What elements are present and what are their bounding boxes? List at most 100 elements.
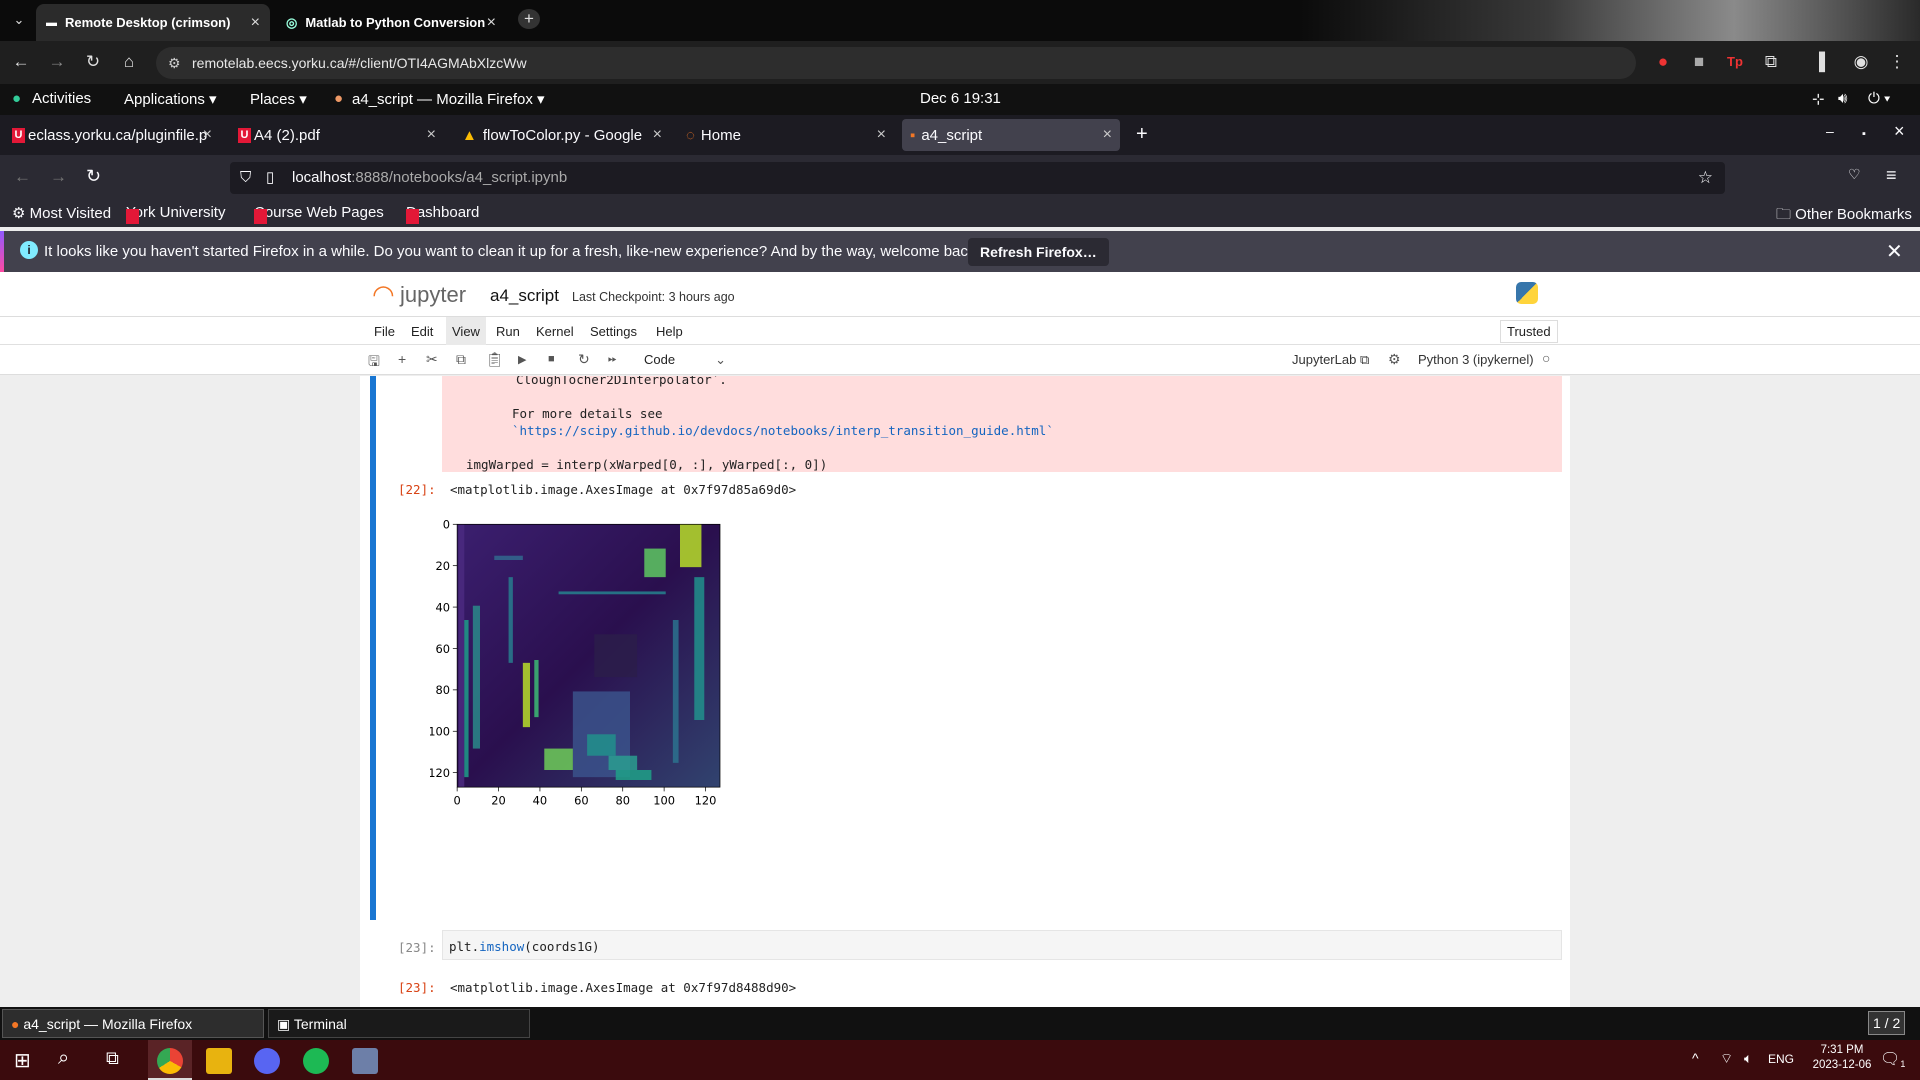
close-tab-icon[interactable]: × bbox=[487, 14, 496, 32]
save-icon[interactable]: 🖫︎ bbox=[368, 351, 380, 375]
close-tab-icon[interactable]: × bbox=[1103, 126, 1112, 144]
ff-tab-flowtocolor[interactable]: ▲ flowToColor.py - Google × bbox=[454, 119, 670, 151]
menu-help[interactable]: Help bbox=[656, 324, 683, 339]
stop-icon[interactable]: ■ bbox=[548, 353, 555, 365]
jupyter-logo-text[interactable]: jupyter bbox=[400, 282, 466, 308]
workspace-indicator[interactable]: 1 / 2 bbox=[1868, 1011, 1906, 1035]
firefox-url-bar[interactable]: ⛉ ▯ localhost:8888/notebooks/a4_script.i… bbox=[230, 162, 1725, 194]
menu-file[interactable]: File bbox=[374, 324, 395, 339]
new-tab-icon[interactable]: + bbox=[1136, 123, 1148, 146]
windows-start-icon[interactable]: ⊞ bbox=[14, 1048, 31, 1073]
close-tab-icon[interactable]: × bbox=[427, 126, 436, 144]
active-window-menu[interactable]: a4_script — Mozilla Firefox ▾ bbox=[352, 90, 545, 108]
maximize-icon[interactable]: ▪ bbox=[1862, 123, 1866, 145]
network-icon[interactable]: ⊹ bbox=[1812, 90, 1825, 108]
ff-tab-eclass[interactable]: U eclass.yorku.ca/pluginfile.p × bbox=[4, 119, 220, 151]
activities-button[interactable]: Activities bbox=[32, 90, 91, 107]
calculator-icon[interactable] bbox=[352, 1048, 378, 1074]
back-icon[interactable]: ← bbox=[10, 52, 32, 72]
spotify-icon[interactable] bbox=[303, 1048, 329, 1074]
taskbar-terminal-window[interactable]: ▣ Terminal bbox=[268, 1009, 530, 1038]
language-indicator[interactable]: ENG bbox=[1768, 1052, 1794, 1066]
extensions-puzzle-icon[interactable]: ⧉ bbox=[1760, 52, 1782, 72]
menu-settings[interactable]: Settings bbox=[590, 324, 637, 339]
close-tab-icon[interactable]: × bbox=[653, 126, 662, 144]
other-bookmarks[interactable]: 🗀︎ Other Bookmarks bbox=[1776, 204, 1912, 229]
jupyter-logo-icon[interactable]: ◠ bbox=[372, 281, 395, 307]
chrome-address-bar[interactable]: ⚙ remotelab.eecs.yorku.ca/#/client/OTI4A… bbox=[156, 47, 1636, 79]
interp-guide-link[interactable]: `https://scipy.github.io/devdocs/noteboo… bbox=[512, 423, 1054, 438]
close-tab-icon[interactable]: × bbox=[877, 126, 886, 144]
code-cell-23[interactable]: plt.imshow(coords1G) bbox=[442, 930, 1562, 960]
home-icon[interactable]: ⌂ bbox=[118, 52, 140, 72]
gnome-clock[interactable]: Dec 6 19:31 bbox=[920, 90, 1001, 107]
chrome-menu-icon[interactable]: ⋮ bbox=[1886, 52, 1908, 72]
speaker-icon[interactable]: 🔈︎ bbox=[1744, 1050, 1752, 1067]
notification-center-icon[interactable]: 🗨︎1 bbox=[1880, 1049, 1905, 1069]
site-info-icon[interactable]: ⚙ bbox=[168, 47, 181, 79]
ff-tab-a4-pdf[interactable]: U A4 (2).pdf × bbox=[230, 119, 444, 151]
power-icon[interactable]: ⏻ ▾ bbox=[1868, 90, 1890, 107]
bookmark-most-visited[interactable]: ⚙ Most Visited bbox=[12, 204, 111, 222]
back-icon[interactable]: ← bbox=[14, 167, 31, 187]
insert-cell-icon[interactable]: + bbox=[398, 351, 406, 367]
close-tab-icon[interactable]: × bbox=[251, 14, 260, 32]
notebook-panel[interactable]: CloughTocher2DInterpolator`. For more de… bbox=[360, 376, 1570, 1007]
task-view-icon[interactable]: ⧉ bbox=[106, 1048, 119, 1069]
debugger-icon[interactable]: ⚙ bbox=[1388, 351, 1401, 368]
run-icon[interactable]: ▶ bbox=[518, 353, 526, 366]
extension-icon[interactable]: Tp bbox=[1724, 52, 1746, 72]
bookmark-star-icon[interactable]: ☆ bbox=[1698, 162, 1713, 194]
forward-icon[interactable]: → bbox=[46, 52, 68, 72]
extension-icon[interactable]: ● bbox=[1652, 52, 1674, 72]
cell-type-select[interactable]: Code ⌄ bbox=[644, 352, 726, 367]
side-panel-icon[interactable]: ▌ bbox=[1814, 52, 1836, 72]
profile-icon[interactable]: ◉ bbox=[1850, 52, 1872, 72]
places-menu[interactable]: Places ▾ bbox=[250, 90, 307, 108]
taskbar-chrome[interactable] bbox=[148, 1040, 192, 1080]
bookmark-course-pages[interactable]: Course Web Pages bbox=[254, 204, 384, 224]
applications-menu[interactable]: Applications ▾ bbox=[124, 90, 217, 108]
app-menu-icon[interactable]: ≡ bbox=[1886, 165, 1897, 186]
close-notification-icon[interactable]: ✕ bbox=[1886, 239, 1903, 264]
volume-icon[interactable]: 🔊︎ bbox=[1838, 90, 1847, 107]
menu-view[interactable]: View bbox=[446, 317, 486, 345]
close-tab-icon[interactable]: × bbox=[203, 126, 212, 144]
trusted-indicator[interactable]: Trusted bbox=[1500, 320, 1558, 343]
chrome-tab-matlab[interactable]: ◎ Matlab to Python Conversion × bbox=[276, 4, 506, 41]
close-window-icon[interactable]: × bbox=[1894, 121, 1905, 142]
paste-icon[interactable]: 📋︎ bbox=[486, 351, 504, 368]
pocket-icon[interactable]: ♡ bbox=[1848, 166, 1861, 183]
notebook-title[interactable]: a4_script bbox=[490, 286, 559, 306]
reload-icon[interactable]: ↻ bbox=[82, 52, 104, 72]
kernel-name[interactable]: Python 3 (ipykernel) bbox=[1418, 352, 1534, 367]
extension-icon[interactable]: ■ bbox=[1688, 52, 1710, 72]
restart-icon[interactable]: ↻ bbox=[578, 351, 590, 368]
tab-search-icon[interactable]: ⌄ bbox=[8, 10, 30, 30]
chrome-tab-remote-desktop[interactable]: ▬ Remote Desktop (crimson) × bbox=[36, 4, 270, 41]
bookmark-dashboard[interactable]: Dashboard bbox=[406, 204, 479, 224]
file-explorer-icon[interactable] bbox=[206, 1048, 232, 1074]
discord-icon[interactable] bbox=[254, 1048, 280, 1074]
open-jupyterlab-link[interactable]: JupyterLab ⧉ bbox=[1292, 352, 1369, 368]
wifi-icon[interactable]: ⌔ bbox=[1720, 1050, 1733, 1068]
reload-icon[interactable]: ↻ bbox=[86, 166, 101, 187]
menu-run[interactable]: Run bbox=[496, 324, 520, 339]
ff-tab-home[interactable]: ◌ Home × bbox=[678, 119, 894, 151]
ff-tab-a4-script[interactable]: ▪ a4_script × bbox=[902, 119, 1120, 151]
copy-icon[interactable]: ⧉ bbox=[456, 351, 466, 368]
menu-edit[interactable]: Edit bbox=[411, 324, 433, 339]
forward-icon[interactable]: → bbox=[50, 167, 67, 187]
minimize-icon[interactable]: – bbox=[1826, 123, 1834, 139]
menu-kernel[interactable]: Kernel bbox=[536, 324, 574, 339]
windows-clock[interactable]: 7:31 PM 2023-12-06 bbox=[1802, 1044, 1882, 1071]
taskbar-firefox-window[interactable]: ● a4_script — Mozilla Firefox bbox=[2, 1009, 264, 1038]
restart-run-all-icon[interactable]: ⏩︎ bbox=[608, 353, 617, 366]
cut-icon[interactable]: ✂ bbox=[426, 351, 438, 368]
bookmark-york[interactable]: York University bbox=[126, 204, 225, 224]
new-tab-icon[interactable]: + bbox=[518, 9, 540, 29]
shield-icon[interactable]: ⛉ bbox=[240, 162, 251, 194]
tray-expand-icon[interactable]: ^ bbox=[1692, 1050, 1699, 1066]
search-icon[interactable]: ⌕ bbox=[58, 1047, 69, 1070]
refresh-firefox-button[interactable]: Refresh Firefox… bbox=[968, 238, 1109, 266]
